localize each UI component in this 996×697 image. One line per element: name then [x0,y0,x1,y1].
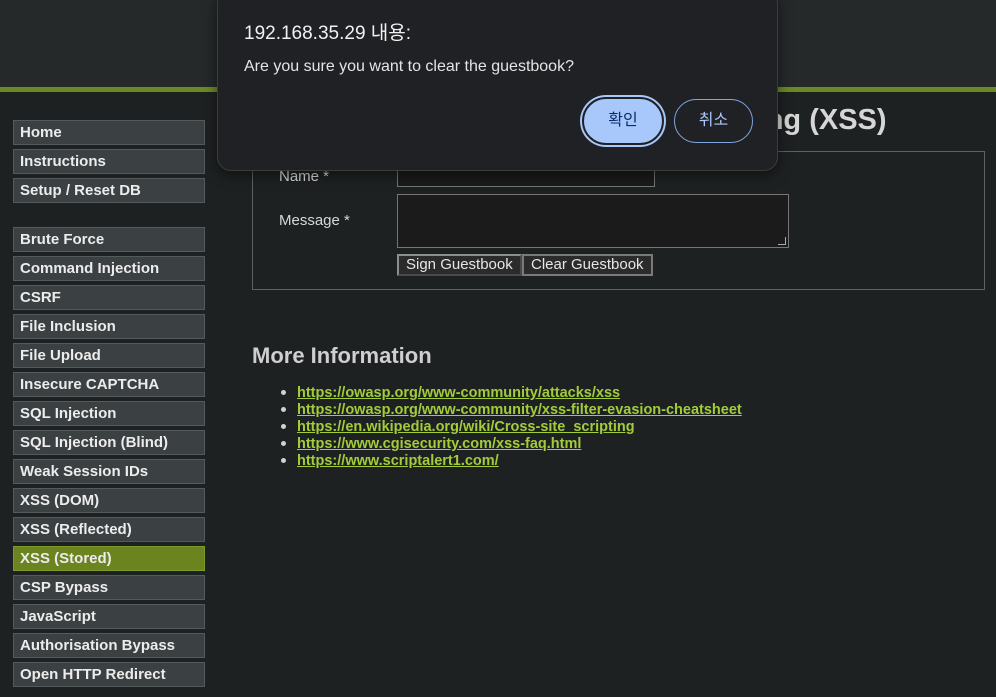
link-list-item: https://owasp.org/www-community/xss-filt… [279,401,742,418]
menu-group-general: Home Instructions Setup / Reset DB [13,120,205,203]
more-information-heading: More Information [252,343,432,368]
menu-group-vulnerabilities: Brute Force Command Injection CSRF File Inc… [13,227,205,687]
link-list-item: https://owasp.org/www-community/attacks/… [279,384,742,401]
sidebar-item-javascript[interactable]: JavaScript [13,604,205,629]
reference-link[interactable]: https://en.wikipedia.org/wiki/Cross-site… [297,419,635,435]
sidebar-item-home[interactable]: Home [13,120,205,145]
reference-link[interactable]: https://owasp.org/www-community/xss-filt… [297,402,742,418]
sidebar-item-authorisation-bypass[interactable]: Authorisation Bypass [13,633,205,658]
message-label: Message * [279,212,350,229]
sidebar-item-brute-force[interactable]: Brute Force [13,227,205,252]
sidebar-item-csrf[interactable]: CSRF [13,285,205,310]
sidebar-menu: Home Instructions Setup / Reset DB Brute F… [13,120,205,691]
confirm-dialog: 192.168.35.29 내용: Are you sure you want … [217,0,778,171]
sidebar-item-instructions[interactable]: Instructions [13,149,205,174]
sidebar-item-open-http-redirect[interactable]: Open HTTP Redirect [13,662,205,687]
more-information-links: https://owasp.org/www-community/attacks/… [279,384,742,469]
sidebar-item-command-injection[interactable]: Command Injection [13,256,205,281]
sidebar-item-xss-dom[interactable]: XSS (DOM) [13,488,205,513]
sidebar-item-weak-session-ids[interactable]: Weak Session IDs [13,459,205,484]
dialog-title: 192.168.35.29 내용: [244,23,412,44]
message-textarea[interactable] [397,194,789,248]
sidebar-item-sql-injection[interactable]: SQL Injection [13,401,205,426]
link-list-item: https://en.wikipedia.org/wiki/Cross-site… [279,418,742,435]
sidebar-item-sql-injection-blind[interactable]: SQL Injection (Blind) [13,430,205,455]
reference-link[interactable]: https://owasp.org/www-community/attacks/… [297,385,620,401]
reference-link[interactable]: https://www.cgisecurity.com/xss-faq.html [297,436,581,452]
sidebar-item-file-upload[interactable]: File Upload [13,343,205,368]
link-list-item: https://www.scriptalert1.com/ [279,452,742,469]
sidebar-item-insecure-captcha[interactable]: Insecure CAPTCHA [13,372,205,397]
sidebar-item-xss-stored[interactable]: XSS (Stored) [13,546,205,571]
dialog-cancel-button[interactable]: 취소 [674,99,753,143]
sign-guestbook-button[interactable]: Sign Guestbook [397,254,522,276]
dialog-message: Are you sure you want to clear the guest… [244,58,574,75]
dialog-ok-button[interactable]: 확인 [582,97,664,145]
sidebar-item-xss-reflected[interactable]: XSS (Reflected) [13,517,205,542]
sidebar-item-setup-reset-db[interactable]: Setup / Reset DB [13,178,205,203]
sidebar-item-file-inclusion[interactable]: File Inclusion [13,314,205,339]
resize-grip-icon[interactable] [778,237,786,245]
link-list-item: https://www.cgisecurity.com/xss-faq.html [279,435,742,452]
menu-divider [13,207,205,227]
clear-guestbook-button[interactable]: Clear Guestbook [522,254,653,276]
reference-link[interactable]: https://www.scriptalert1.com/ [297,453,499,469]
sidebar-item-csp-bypass[interactable]: CSP Bypass [13,575,205,600]
